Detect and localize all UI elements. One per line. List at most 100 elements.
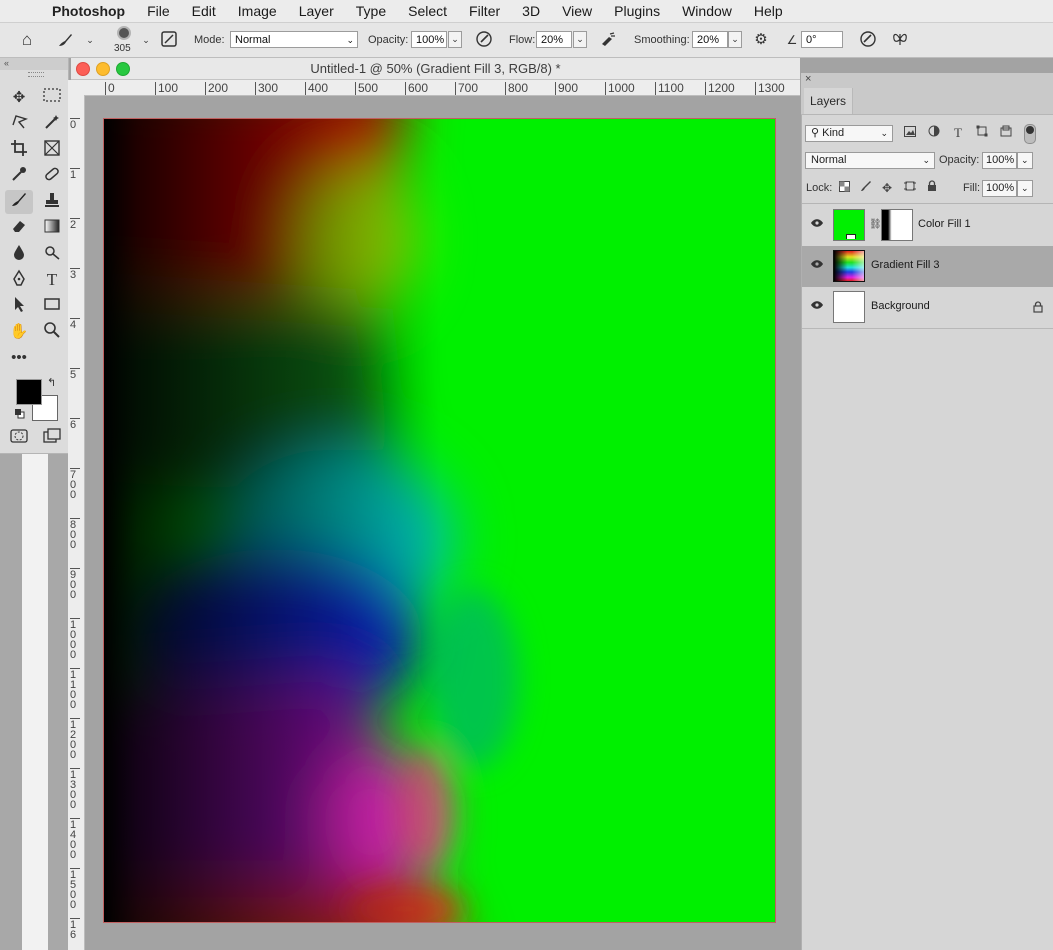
filter-adjustment-icon[interactable]: [926, 125, 942, 141]
lasso-tool-icon[interactable]: [7, 113, 31, 135]
crop-tool-icon[interactable]: [7, 139, 31, 161]
layer-name[interactable]: Background: [871, 300, 930, 312]
tools-panel-header[interactable]: «: [0, 58, 68, 70]
magic-wand-tool-icon[interactable]: [40, 113, 64, 135]
filter-type-icon[interactable]: T: [950, 125, 966, 141]
layer-mask-thumbnail[interactable]: [881, 209, 913, 241]
brush-angle-input[interactable]: 0°: [801, 31, 843, 48]
gradient-tool-icon[interactable]: [40, 217, 64, 239]
blur-tool-icon[interactable]: [7, 243, 31, 265]
flow-chevron-icon[interactable]: ⌄: [573, 31, 587, 48]
mask-link-icon[interactable]: ⛓: [869, 219, 882, 230]
menu-file[interactable]: File: [147, 3, 170, 19]
menu-layer[interactable]: Layer: [299, 3, 334, 19]
swap-colors-icon[interactable]: ↰: [47, 376, 56, 389]
screen-mode-icon[interactable]: [40, 428, 64, 450]
path-selection-tool-icon[interactable]: [7, 295, 31, 317]
menu-image[interactable]: Image: [238, 3, 277, 19]
default-colors-icon[interactable]: [15, 408, 25, 419]
filter-shape-icon[interactable]: [974, 125, 990, 141]
layer-row-color-fill-1[interactable]: ⛓ Color Fill 1: [802, 205, 1053, 247]
marquee-tool-icon[interactable]: [40, 87, 64, 109]
lock-image-pixels-icon[interactable]: [858, 180, 874, 196]
gear-icon[interactable]: ⚙: [751, 30, 771, 50]
symmetry-butterfly-icon[interactable]: [890, 30, 910, 50]
eyedropper-tool-icon[interactable]: [7, 165, 31, 187]
pressure-size-icon[interactable]: [858, 30, 878, 50]
clone-stamp-tool-icon[interactable]: [40, 191, 64, 213]
zoom-window-button[interactable]: [116, 62, 130, 76]
layer-fill-input[interactable]: 100%: [982, 180, 1017, 197]
menu-type[interactable]: Type: [356, 3, 386, 19]
healing-brush-tool-icon[interactable]: [40, 165, 64, 187]
layer-opacity-input[interactable]: 100%: [982, 152, 1017, 169]
visibility-eye-icon[interactable]: [810, 217, 824, 231]
layer-row-gradient-fill-3[interactable]: Gradient Fill 3: [802, 246, 1053, 288]
type-tool-icon[interactable]: T: [40, 269, 64, 291]
smoothing-input[interactable]: 20%: [692, 31, 728, 48]
hand-tool-icon[interactable]: ✋: [7, 321, 31, 343]
ruler-origin[interactable]: [68, 80, 85, 95]
layers-panel-topbar[interactable]: ×: [801, 73, 1053, 88]
menu-app-name[interactable]: Photoshop: [52, 3, 125, 19]
vertical-ruler[interactable]: 0 1 2 3 4 5 6 700 800 900 1000 1100 1200…: [68, 95, 85, 950]
lock-position-icon[interactable]: ✥: [879, 180, 895, 196]
quick-mask-icon[interactable]: [7, 428, 31, 450]
filter-smart-object-icon[interactable]: [998, 125, 1014, 141]
menu-help[interactable]: Help: [754, 3, 783, 19]
visibility-eye-icon[interactable]: [810, 299, 824, 313]
lock-transparent-pixels-icon[interactable]: [836, 180, 852, 196]
lock-all-icon[interactable]: [924, 180, 940, 196]
layer-name[interactable]: Gradient Fill 3: [871, 259, 939, 271]
brush-size-chevron-icon[interactable]: ⌄: [136, 30, 156, 50]
chevron-down-icon[interactable]: ⌄: [80, 30, 100, 50]
minimize-window-button[interactable]: [96, 62, 110, 76]
opacity-chevron-icon[interactable]: ⌄: [448, 31, 462, 48]
close-window-button[interactable]: [76, 62, 90, 76]
brush-settings-panel-icon[interactable]: [159, 30, 179, 50]
dodge-tool-icon[interactable]: [40, 243, 64, 265]
layer-filter-kind-select[interactable]: ⚲ Kind ⌄: [805, 125, 893, 142]
visibility-eye-icon[interactable]: [810, 258, 824, 272]
airbrush-icon[interactable]: [598, 30, 618, 50]
document-title-bar[interactable]: Untitled-1 @ 50% (Gradient Fill 3, RGB/8…: [71, 58, 800, 80]
opacity-input[interactable]: 100%: [411, 31, 447, 48]
layer-name[interactable]: Color Fill 1: [918, 218, 971, 230]
foreground-color-swatch[interactable]: [16, 379, 42, 405]
pen-tool-icon[interactable]: [7, 269, 31, 291]
menu-filter[interactable]: Filter: [469, 3, 500, 19]
brush-tool-preset-icon[interactable]: [55, 30, 75, 50]
filter-toggle-switch[interactable]: [1024, 124, 1036, 144]
move-tool-icon[interactable]: ✥: [7, 87, 31, 109]
tools-grip[interactable]: [28, 72, 44, 77]
frame-tool-icon[interactable]: [40, 139, 64, 161]
menu-view[interactable]: View: [562, 3, 592, 19]
lock-artboard-icon[interactable]: [902, 180, 918, 196]
layer-opacity-chevron-icon[interactable]: ⌄: [1017, 152, 1033, 169]
layer-lock-icon[interactable]: [1033, 301, 1043, 316]
mode-select[interactable]: Normal ⌄: [230, 31, 358, 48]
brush-tool-icon[interactable]: [5, 190, 33, 214]
flow-input[interactable]: 20%: [536, 31, 572, 48]
zoom-tool-icon[interactable]: [40, 321, 64, 343]
menu-3d[interactable]: 3D: [522, 3, 540, 19]
close-panel-icon[interactable]: ×: [805, 73, 811, 85]
rectangle-tool-icon[interactable]: [40, 295, 64, 317]
menu-select[interactable]: Select: [408, 3, 447, 19]
more-tools-icon[interactable]: •••: [7, 347, 31, 369]
home-icon[interactable]: ⌂: [17, 30, 37, 50]
horizontal-ruler[interactable]: 0 100 200 300 400 500 600 700 800 900 10…: [85, 80, 800, 96]
filter-pixel-icon[interactable]: [902, 125, 918, 141]
menu-edit[interactable]: Edit: [192, 3, 216, 19]
document-canvas[interactable]: [103, 118, 776, 923]
smoothing-chevron-icon[interactable]: ⌄: [728, 31, 742, 48]
pressure-opacity-icon[interactable]: [474, 30, 494, 50]
layer-fill-chevron-icon[interactable]: ⌄: [1017, 180, 1033, 197]
layer-row-background[interactable]: Background: [802, 287, 1053, 329]
menu-window[interactable]: Window: [682, 3, 732, 19]
tab-layers[interactable]: Layers: [804, 88, 853, 114]
collapse-panel-icon[interactable]: «: [4, 58, 9, 68]
eraser-tool-icon[interactable]: [7, 217, 31, 239]
menu-plugins[interactable]: Plugins: [614, 3, 660, 19]
blend-mode-select[interactable]: Normal ⌄: [805, 152, 935, 169]
